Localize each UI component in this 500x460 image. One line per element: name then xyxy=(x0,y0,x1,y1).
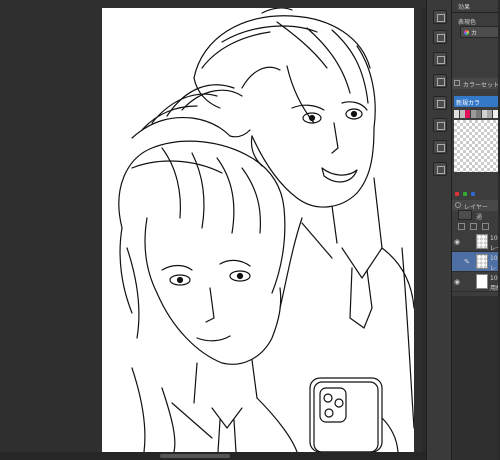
layer-opacity: 10 xyxy=(490,275,498,282)
layer-thumbnail xyxy=(476,274,488,289)
color-set-title: カラーセット xyxy=(463,82,500,89)
layer-opacity: 10 xyxy=(490,255,498,262)
layer-thumbnail xyxy=(476,254,488,269)
camera-icon[interactable] xyxy=(433,30,447,44)
swatch[interactable] xyxy=(487,110,492,118)
swatch[interactable] xyxy=(465,110,470,118)
layer-toolbar xyxy=(452,222,500,232)
scroll-thumb[interactable] xyxy=(160,454,230,458)
swatch[interactable] xyxy=(470,110,476,118)
camera-icon[interactable] xyxy=(433,96,447,110)
canvas-workspace[interactable] xyxy=(0,0,426,460)
display-color-dropdown[interactable]: カ xyxy=(460,26,500,38)
color-set-area[interactable] xyxy=(454,120,500,172)
swatch[interactable] xyxy=(476,110,481,118)
layer-row-paper[interactable]: ◉ 10 用紙 xyxy=(452,272,500,292)
divider xyxy=(452,12,500,13)
line-art-illustration xyxy=(118,8,414,452)
swatch[interactable] xyxy=(481,110,487,118)
swatch[interactable] xyxy=(459,110,465,118)
eye-icon[interactable]: ◉ xyxy=(454,278,462,286)
close-icon[interactable] xyxy=(433,10,447,24)
right-panel: 効果 表現色 カ カラーセット 新規カラ レイヤー 通 ◉ 10 レ ✎ 10 … xyxy=(452,0,500,460)
color-wheel-icon xyxy=(464,30,469,35)
layer-row-selected[interactable]: ✎ 10 レ xyxy=(452,252,500,272)
display-color-value: カ xyxy=(471,30,478,37)
layer-opacity: 10 xyxy=(490,235,498,242)
eye-icon[interactable]: ◉ xyxy=(454,238,462,246)
layer-list-empty-area[interactable] xyxy=(452,296,500,460)
chip-green[interactable] xyxy=(463,192,467,196)
color-set-icon xyxy=(454,80,460,86)
camera-icon[interactable] xyxy=(433,74,447,88)
panel-color-chips xyxy=(452,190,500,198)
layer-tool-icon[interactable] xyxy=(458,223,465,230)
camera-icon[interactable] xyxy=(433,52,447,66)
layer-thumbnail xyxy=(476,234,488,249)
layer-icon xyxy=(455,202,461,208)
camera-icon[interactable] xyxy=(433,118,447,132)
blend-mode-value: 通 xyxy=(476,214,483,221)
blend-mode-dropdown[interactable] xyxy=(458,210,472,220)
canvas-page[interactable] xyxy=(102,8,414,452)
chip-blue[interactable] xyxy=(471,192,475,196)
effect-label: 効果 xyxy=(458,4,471,11)
camera-icon[interactable] xyxy=(433,162,447,176)
chip-red[interactable] xyxy=(455,192,459,196)
layer-tool-icon[interactable] xyxy=(482,223,489,230)
swatch[interactable] xyxy=(492,110,498,118)
pencil-icon: ✎ xyxy=(464,258,470,266)
canvas-horizontal-scrollbar[interactable] xyxy=(0,452,426,460)
color-swatches[interactable] xyxy=(454,110,500,118)
color-set-panel-header[interactable]: カラーセット xyxy=(452,78,500,89)
swatch[interactable] xyxy=(454,110,459,118)
panel-toolstrip xyxy=(426,0,452,460)
display-color-label: 表現色 xyxy=(458,19,477,26)
layer-name: レ xyxy=(490,265,497,272)
camera-icon[interactable] xyxy=(433,140,447,154)
layer-tool-icon[interactable] xyxy=(470,223,477,230)
color-set-selector[interactable]: 新規カラ xyxy=(454,96,500,107)
layer-row[interactable]: ◉ 10 レイ xyxy=(452,232,500,252)
